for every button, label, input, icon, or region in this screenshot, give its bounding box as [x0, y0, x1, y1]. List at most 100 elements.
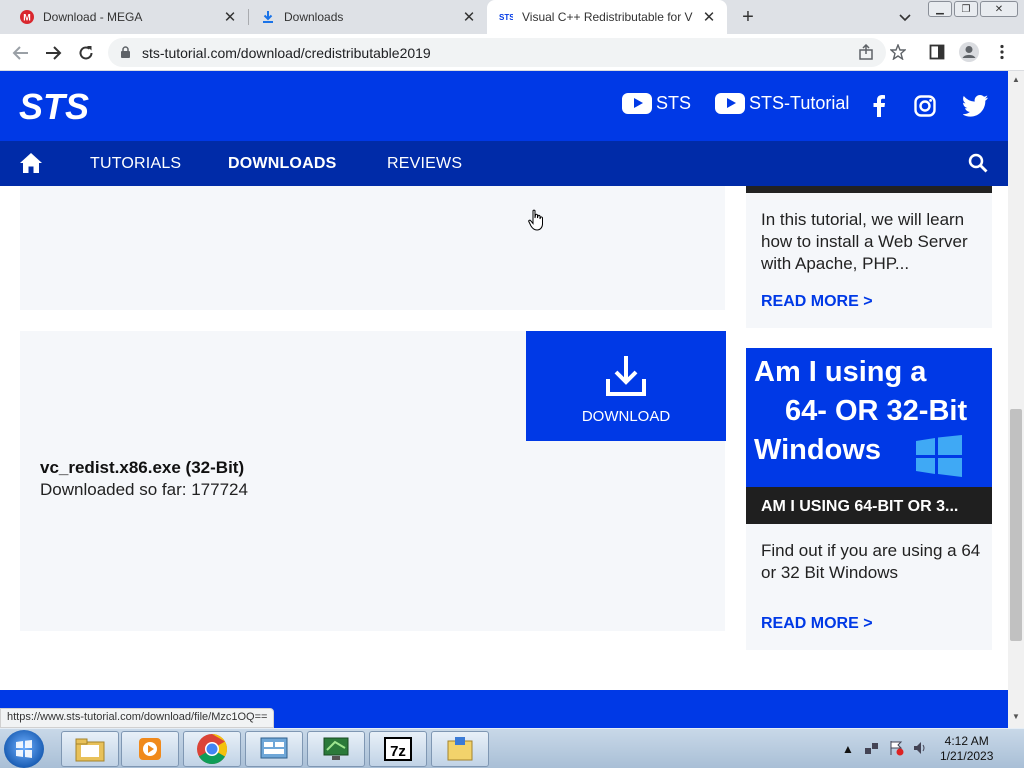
tab-visual-cpp[interactable]: STS Visual C++ Redistributable for V ✕ — [487, 0, 727, 34]
browser-tab-strip: M Download - MEGA ✕ Downloads ✕ STS Visu… — [0, 0, 1024, 34]
taskbar-chrome[interactable] — [183, 731, 241, 767]
taskbar-control-panel[interactable] — [245, 731, 303, 767]
card-hero-image[interactable]: Am I using a 64- OR 32-Bit Windows — [746, 348, 992, 487]
minimize-button[interactable]: ▁ — [928, 1, 952, 17]
windows-logo-icon — [916, 435, 962, 477]
page-content: DOWNLOAD vc_redist.x86.exe (32-Bit) Down… — [0, 186, 1008, 728]
facebook-icon[interactable] — [866, 93, 892, 119]
mouse-cursor-icon — [528, 209, 544, 236]
taskbar-explorer[interactable] — [61, 731, 119, 767]
star-icon[interactable] — [888, 42, 908, 62]
reload-button[interactable] — [74, 41, 98, 65]
monitor-icon — [323, 737, 349, 760]
search-icon[interactable] — [968, 153, 988, 178]
archive-folder-icon — [447, 737, 473, 761]
kebab-menu-icon[interactable] — [992, 42, 1012, 62]
profile-avatar-icon[interactable] — [959, 42, 979, 62]
close-window-button[interactable]: ✕ — [980, 1, 1018, 17]
site-header: STS STS STS-Tutorial — [0, 71, 1008, 141]
address-bar[interactable]: sts-tutorial.com/download/credistributab… — [108, 38, 886, 67]
scroll-up-arrow-icon[interactable]: ▲ — [1012, 75, 1020, 84]
read-more-link[interactable]: READ MORE > — [761, 615, 873, 633]
chrome-icon — [197, 734, 228, 765]
twitter-icon[interactable] — [963, 93, 989, 119]
home-icon[interactable] — [19, 152, 43, 179]
taskbar-7zip[interactable]: 7z — [369, 731, 427, 767]
sts-favicon: STS — [499, 10, 513, 24]
download-icon — [261, 10, 275, 24]
tab-title: Download - MEGA — [43, 10, 143, 24]
taskbar-media-player[interactable] — [121, 731, 179, 767]
action-center-icon[interactable] — [888, 740, 904, 759]
control-panel-icon — [260, 737, 288, 759]
volume-icon[interactable] — [912, 740, 928, 759]
youtube-label: STS — [656, 93, 692, 113]
hero-line-3: Windows — [754, 434, 882, 466]
url-text: sts-tutorial.com/download/credistributab… — [142, 45, 431, 61]
scroll-down-arrow-icon[interactable]: ▼ — [1012, 712, 1020, 721]
clock-date: 1/21/2023 — [940, 749, 994, 763]
forward-button[interactable] — [41, 41, 65, 65]
sidebar-card-64-32-bit[interactable]: Am I using a 64- OR 32-Bit Windows AM I … — [746, 348, 992, 650]
page-scrollbar[interactable]: ▲ ▼ — [1008, 71, 1024, 728]
nav-tutorials[interactable]: TUTORIALS — [90, 155, 181, 173]
taskbar-archive-app[interactable] — [431, 731, 489, 767]
mega-icon: M — [20, 10, 34, 24]
card-description: In this tutorial, we will learn how to i… — [761, 210, 968, 273]
windows-logo-icon — [16, 740, 32, 758]
share-icon[interactable] — [856, 42, 876, 62]
start-button[interactable] — [4, 730, 44, 768]
hero-line-1: Am I using a — [754, 356, 927, 388]
download-button[interactable]: DOWNLOAD — [526, 331, 726, 441]
network-icon[interactable] — [864, 740, 880, 759]
svg-text:7z: 7z — [390, 743, 406, 760]
close-tab-icon[interactable]: ✕ — [701, 9, 717, 26]
download-panel: DOWNLOAD vc_redist.x86.exe (32-Bit) Down… — [20, 331, 726, 631]
folder-icon — [75, 738, 105, 762]
media-player-icon — [139, 738, 161, 760]
logo-text: STS — [19, 90, 89, 124]
content-panel — [20, 186, 725, 310]
download-button-label: DOWNLOAD — [581, 408, 671, 425]
nav-downloads[interactable]: DOWNLOADS — [228, 155, 336, 173]
sts-logo[interactable]: STS — [19, 86, 119, 129]
hero-line-2: 64- OR 32-Bit — [785, 395, 968, 427]
system-tray: ▲ — [842, 731, 928, 767]
close-tab-icon[interactable]: ✕ — [461, 9, 477, 26]
card-caption[interactable]: AM I USING 64-BIT OR 3... — [746, 487, 992, 524]
youtube-label: STS-Tutorial — [749, 93, 850, 113]
tab-search-button[interactable] — [896, 8, 914, 26]
nav-reviews[interactable]: REVIEWS — [387, 155, 462, 173]
tab-mega[interactable]: M Download - MEGA ✕ — [8, 0, 248, 34]
instagram-icon[interactable] — [912, 93, 938, 119]
side-panel-icon[interactable] — [927, 42, 947, 62]
svg-text:M: M — [23, 13, 31, 23]
back-button[interactable] — [9, 41, 33, 65]
show-hidden-icons-arrow[interactable]: ▲ — [842, 742, 854, 756]
youtube-icon — [715, 93, 745, 114]
close-tab-icon[interactable]: ✕ — [222, 9, 238, 26]
lock-icon — [120, 46, 131, 64]
browser-toolbar: sts-tutorial.com/download/credistributab… — [0, 34, 1024, 71]
taskbar-network-app[interactable] — [307, 731, 365, 767]
7zip-icon: 7z — [384, 737, 412, 761]
arrow-right-icon — [46, 46, 62, 60]
chevron-down-icon — [899, 14, 911, 22]
youtube-link-sts[interactable]: STS — [622, 93, 691, 114]
youtube-icon — [622, 93, 652, 114]
new-tab-button[interactable]: + — [737, 6, 759, 28]
youtube-link-sts-tutorial[interactable]: STS-Tutorial — [715, 93, 849, 114]
svg-text:STS: STS — [499, 13, 513, 22]
card-image-bottom — [746, 186, 992, 193]
chevron-right-icon: > — [863, 615, 873, 632]
maximize-button[interactable]: ❐ — [954, 1, 978, 17]
scrollbar-thumb[interactable] — [1010, 409, 1022, 641]
windows-taskbar: 7z ▲ 4:12 AM 1/21/2023 — [0, 728, 1024, 768]
read-more-link[interactable]: READ MORE > — [761, 293, 873, 311]
tab-title: Downloads — [284, 10, 344, 24]
taskbar-clock[interactable]: 4:12 AM 1/21/2023 — [940, 734, 993, 764]
tab-downloads[interactable]: Downloads ✕ — [249, 0, 487, 34]
read-more-label: READ MORE — [761, 293, 859, 310]
tab-title: Visual C++ Redistributable for V — [522, 10, 693, 24]
site-nav-bar: TUTORIALS DOWNLOADS REVIEWS — [0, 141, 1008, 186]
